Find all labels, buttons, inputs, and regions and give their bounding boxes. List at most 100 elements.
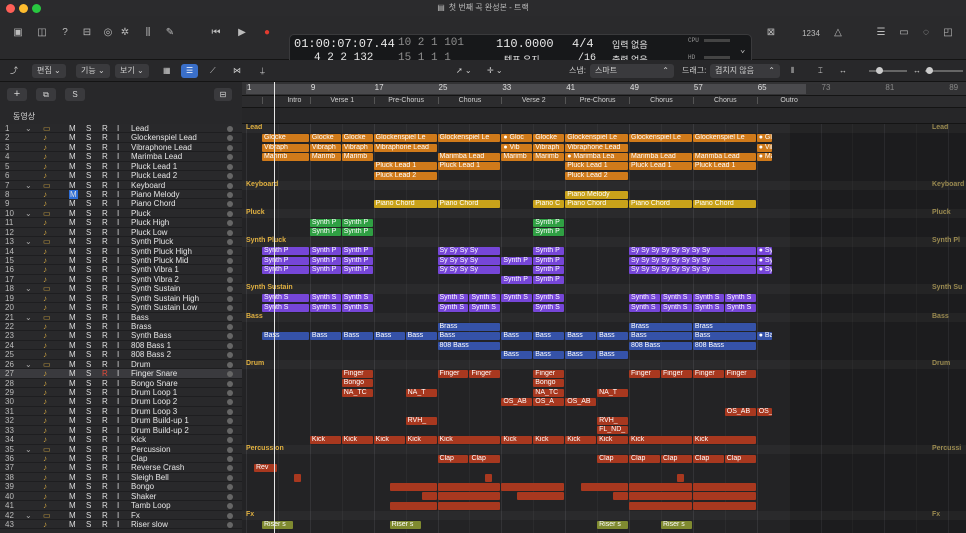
mute-button[interactable]: M	[69, 171, 76, 180]
folder-region[interactable]: Fx Fx	[242, 511, 966, 520]
region[interactable]: Synth P	[341, 266, 373, 275]
mute-button[interactable]: M	[69, 199, 76, 208]
region[interactable]: Synth P	[533, 275, 565, 284]
solo-button[interactable]: S	[86, 426, 91, 435]
volume-knob[interactable]	[227, 173, 233, 180]
track-header[interactable]: 39 ♪ M S R I Bongo	[0, 482, 242, 492]
solo-button[interactable]: S	[86, 265, 91, 274]
mute-button[interactable]: M	[69, 482, 76, 491]
region[interactable]: Marimb	[309, 152, 341, 161]
input-monitor-button[interactable]: I	[117, 407, 119, 416]
region[interactable]: Piano Melody	[565, 190, 629, 199]
folder-region[interactable]: Synth Pluck Synth Pl	[242, 237, 966, 246]
track-header[interactable]: 17 ♪ M S R I Synth Vibra 2	[0, 275, 242, 285]
view-menu[interactable]: 보기 ⌄	[115, 64, 149, 78]
input-monitor-button[interactable]: I	[117, 388, 119, 397]
region[interactable]: Synth S	[437, 303, 469, 312]
record-enable-button[interactable]: R	[102, 152, 108, 161]
region[interactable]: Synth S	[469, 294, 501, 303]
mute-button[interactable]: M	[69, 511, 76, 520]
input-monitor-button[interactable]: I	[117, 322, 119, 331]
region[interactable]	[485, 473, 493, 482]
region[interactable]	[501, 483, 565, 492]
snap-dropdown[interactable]: 스마트 ⌃	[590, 64, 674, 78]
mute-button[interactable]: M	[69, 152, 76, 161]
volume-knob[interactable]	[227, 380, 233, 387]
region[interactable]: Synth P	[309, 228, 341, 237]
marker[interactable]: Chorus	[692, 97, 757, 104]
region[interactable]: Synth S	[629, 303, 660, 312]
region[interactable]: ● Vib	[501, 143, 533, 152]
region[interactable]: Bass	[597, 351, 629, 360]
region[interactable]: Glockenspiel Le	[437, 134, 501, 143]
region[interactable]: Kick	[309, 435, 341, 444]
region[interactable]: Vibraphone Lead	[373, 143, 437, 152]
track-header[interactable]: 34 ♪ M S R I Kick	[0, 435, 242, 445]
solo-button[interactable]: S	[86, 322, 91, 331]
volume-knob[interactable]	[227, 286, 233, 293]
region[interactable]	[613, 492, 629, 501]
region[interactable]: ● Bass	[756, 332, 772, 341]
region[interactable]: Kick	[501, 435, 533, 444]
flex-icon[interactable]: ⋈	[233, 64, 241, 78]
marker[interactable]: Chorus	[629, 97, 693, 104]
region[interactable]: Riser s	[597, 520, 629, 529]
track-header[interactable]: 5 ♪ M S R I Pluck Lead 1	[0, 162, 242, 172]
volume-knob[interactable]	[227, 258, 233, 265]
record-enable-button[interactable]: R	[102, 247, 108, 256]
record-enable-button[interactable]: R	[102, 388, 108, 397]
input-monitor-button[interactable]: I	[117, 501, 119, 510]
region[interactable]	[676, 473, 684, 482]
help-icon[interactable]: ?	[57, 26, 73, 40]
region[interactable]: Bass	[565, 351, 597, 360]
mute-button[interactable]: M	[69, 218, 76, 227]
metronome-icon[interactable]: △	[830, 26, 846, 40]
region[interactable]: Glocke	[261, 134, 309, 143]
volume-knob[interactable]	[227, 229, 233, 236]
record-enable-button[interactable]: R	[102, 511, 108, 520]
region[interactable]: Kick	[533, 435, 565, 444]
region[interactable]	[692, 483, 756, 492]
input-monitor-button[interactable]: I	[117, 416, 119, 425]
region[interactable]: Synth S	[724, 303, 756, 312]
volume-knob[interactable]	[227, 154, 233, 161]
volume-knob[interactable]	[227, 484, 233, 491]
input-monitor-button[interactable]: I	[117, 463, 119, 472]
record-enable-button[interactable]: R	[102, 162, 108, 171]
region[interactable]: Synth P	[309, 256, 341, 265]
region[interactable]: Sy Sy Sy Sy	[437, 266, 501, 275]
region[interactable]: Pluck Lead 1	[373, 162, 437, 171]
region[interactable]: Synth S	[341, 294, 373, 303]
volume-knob[interactable]	[227, 201, 233, 208]
region[interactable]: Synth S	[724, 294, 756, 303]
solo-button[interactable]: S	[86, 501, 91, 510]
volume-knob[interactable]	[227, 465, 233, 472]
record-enable-button[interactable]: R	[102, 275, 108, 284]
editors-icon[interactable]: ✎	[162, 26, 178, 40]
region[interactable]: Synth P	[341, 256, 373, 265]
region[interactable]	[293, 473, 301, 482]
region[interactable]: Glockenspiel Le	[565, 134, 629, 143]
region[interactable]: Pluck Lead 1	[629, 162, 692, 171]
region[interactable]: Piano Chord	[692, 200, 756, 209]
region[interactable]: Synth P	[309, 266, 341, 275]
close-window-button[interactable]	[6, 4, 15, 13]
mute-button[interactable]: M	[69, 256, 76, 265]
region[interactable]: Glockenspiel Le	[373, 134, 437, 143]
track-header[interactable]: 41 ♪ M S R I Tamb Loop	[0, 501, 242, 511]
region[interactable]: Vibraphone Lead	[565, 143, 629, 152]
back-arrow-icon[interactable]: ⤴	[10, 64, 18, 78]
input-monitor-button[interactable]: I	[117, 265, 119, 274]
region[interactable]: Finger	[692, 369, 724, 378]
mute-button[interactable]: M	[69, 322, 76, 331]
mute-button[interactable]: M	[69, 463, 76, 472]
mute-button[interactable]: M	[69, 426, 76, 435]
region[interactable]: Synth P	[309, 219, 341, 227]
input-monitor-button[interactable]: I	[117, 237, 119, 246]
mute-button[interactable]: M	[69, 331, 76, 340]
record-enable-button[interactable]: R	[102, 133, 108, 142]
volume-knob[interactable]	[227, 418, 233, 425]
volume-knob[interactable]	[227, 210, 233, 217]
region[interactable]: Synth P	[533, 266, 565, 275]
region[interactable]	[581, 483, 629, 492]
